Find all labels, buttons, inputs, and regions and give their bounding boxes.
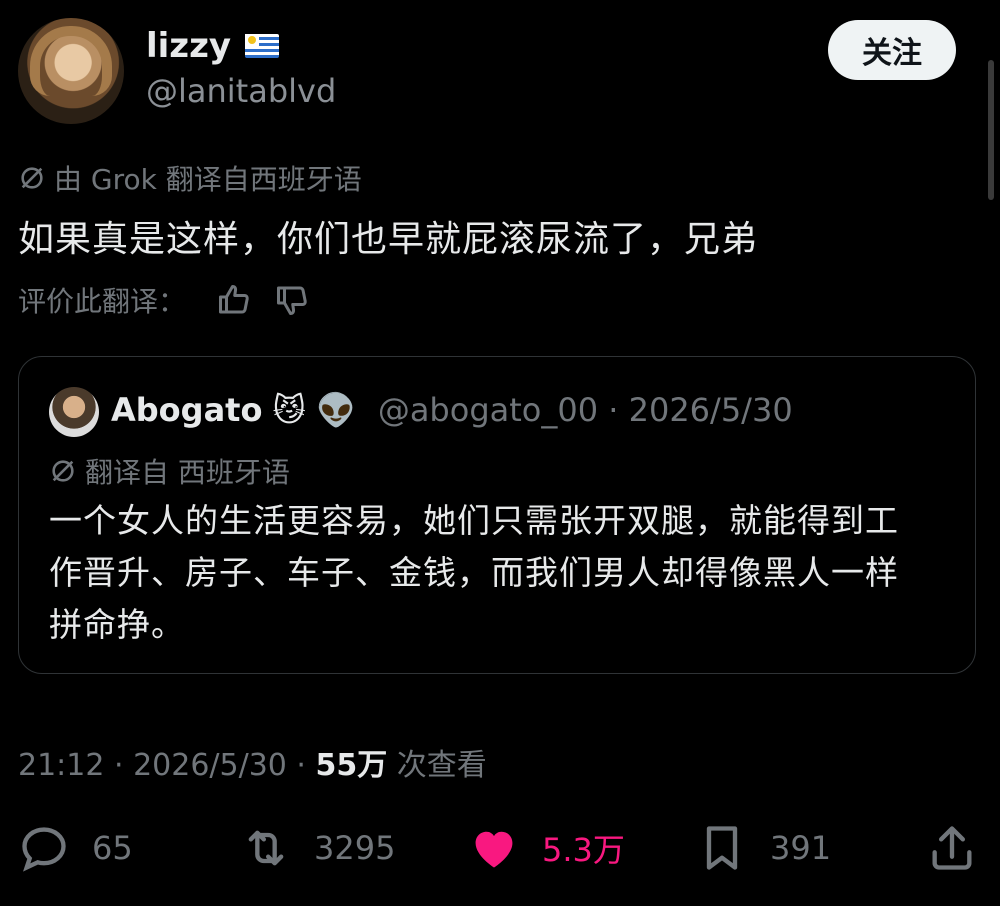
action-bar: 65 3295 5.3万 391 bbox=[18, 818, 978, 878]
repost-button[interactable]: 3295 bbox=[240, 818, 395, 878]
repost-icon bbox=[248, 830, 284, 866]
like-count: 5.3万 bbox=[542, 831, 625, 869]
author-avatar[interactable] bbox=[18, 18, 124, 124]
share-icon bbox=[932, 826, 972, 870]
thumbs-up-icon[interactable] bbox=[216, 282, 252, 318]
quoted-tweet-text: 一个女人的生活更容易，她们只需张开双腿，就能得到工作晋升、房子、车子、金钱，而我… bbox=[49, 501, 899, 644]
timestamp-time[interactable]: 21:12 · 2026/5/30 · bbox=[18, 748, 316, 783]
rate-label: 评价此翻译： bbox=[18, 285, 187, 318]
rate-translation: 评价此翻译： bbox=[18, 280, 310, 320]
views-count: 55万 bbox=[315, 748, 388, 783]
tweet-page: lizzy @lanitablvd 关注 由 Grok 翻译自西班牙语 如果真是… bbox=[0, 0, 1000, 906]
views-label: 次查看 bbox=[387, 748, 487, 783]
follow-button[interactable]: 关注 bbox=[828, 20, 956, 80]
scrollbar[interactable] bbox=[988, 60, 994, 200]
thumbs-down-icon[interactable] bbox=[274, 282, 310, 318]
heart-icon bbox=[475, 831, 513, 868]
translate-icon bbox=[52, 460, 74, 482]
reply-count: 65 bbox=[92, 829, 133, 867]
author-name-text: lizzy bbox=[146, 26, 232, 66]
quoted-tweet[interactable]: Abogato 😼 👽 @abogato_00 · 2026/5/30 翻译自 … bbox=[18, 356, 976, 674]
reply-icon bbox=[22, 827, 66, 872]
like-button[interactable]: 5.3万 bbox=[468, 818, 625, 878]
author-handle[interactable]: @lanitablvd bbox=[146, 72, 336, 110]
reply-button[interactable]: 65 bbox=[18, 818, 133, 878]
quoted-translation-note: 翻译自 西班牙语 bbox=[49, 451, 290, 491]
quoted-translation-text: 翻译自 西班牙语 bbox=[85, 456, 290, 489]
quoted-author-meta: @abogato_00 · 2026/5/30 bbox=[377, 391, 793, 429]
tweet-timestamp: 21:12 · 2026/5/30 · 55万 次查看 bbox=[18, 740, 487, 784]
quoted-header: Abogato 😼 👽 @abogato_00 · 2026/5/30 bbox=[111, 391, 793, 429]
uruguay-flag-icon bbox=[245, 34, 280, 58]
translation-note-text: 由 Grok 翻译自西班牙语 bbox=[54, 163, 362, 196]
bookmark-button[interactable]: 391 bbox=[696, 818, 831, 878]
bookmark-icon bbox=[706, 826, 738, 870]
grok-icon bbox=[21, 167, 43, 189]
quoted-author-avatar[interactable] bbox=[49, 387, 99, 437]
share-button[interactable] bbox=[926, 818, 978, 878]
quoted-author-emojis: 😼 👽 bbox=[272, 391, 356, 429]
author-display-name[interactable]: lizzy bbox=[146, 26, 280, 66]
quoted-author-name: Abogato bbox=[111, 391, 263, 429]
translation-note: 由 Grok 翻译自西班牙语 bbox=[18, 158, 362, 198]
tweet-text: 如果真是这样，你们也早就屁滚尿流了，兄弟 bbox=[18, 219, 759, 260]
bookmark-count: 391 bbox=[770, 829, 832, 867]
repost-count: 3295 bbox=[314, 829, 396, 867]
